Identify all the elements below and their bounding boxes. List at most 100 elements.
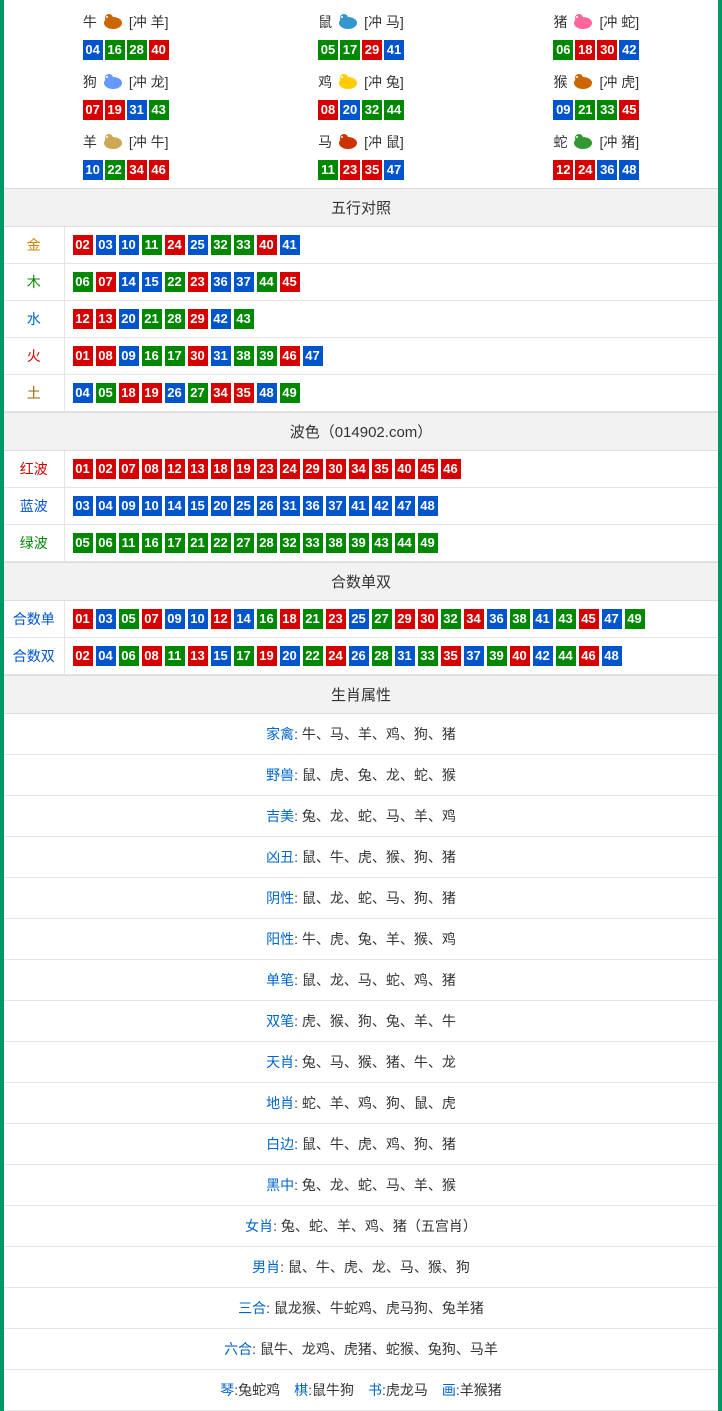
zodiac-conflict: [冲 蛇] — [599, 12, 639, 32]
number-ball: 42 — [372, 496, 392, 516]
number-ball: 13 — [188, 459, 208, 479]
number-ball: 47 — [303, 346, 323, 366]
number-ball: 46 — [149, 160, 169, 180]
attr-sep: : — [294, 972, 302, 988]
number-ball: 22 — [165, 272, 185, 292]
number-ball: 29 — [303, 459, 323, 479]
number-ball: 10 — [188, 609, 208, 629]
attr-sep: : — [294, 931, 302, 947]
number-ball: 05 — [73, 533, 93, 553]
zodiac-name: 羊 — [83, 132, 97, 152]
row-label: 火 — [4, 338, 64, 375]
attr-key: 野兽 — [266, 767, 294, 783]
attr-key: 双笔 — [266, 1013, 294, 1029]
attr-key: 地肖 — [266, 1095, 294, 1111]
number-ball: 09 — [119, 496, 139, 516]
heshu-table: 合数单0103050709101214161821232527293032343… — [4, 601, 718, 675]
zodiac-name: 牛 — [83, 12, 97, 32]
attr-value: 鼠、虎、兔、龙、蛇、猴 — [302, 767, 456, 783]
number-ball: 11 — [165, 646, 185, 666]
number-ball: 15 — [142, 272, 162, 292]
number-ball: 32 — [441, 609, 461, 629]
number-ball: 43 — [234, 309, 254, 329]
attr-key: 单笔 — [266, 972, 294, 988]
zodiac-name: 马 — [318, 132, 332, 152]
number-ball: 48 — [257, 383, 277, 403]
number-ball: 25 — [234, 496, 254, 516]
number-ball: 11 — [142, 235, 162, 255]
number-ball: 17 — [340, 40, 360, 60]
number-ball: 30 — [326, 459, 346, 479]
number-ball: 17 — [165, 533, 185, 553]
number-ball: 10 — [119, 235, 139, 255]
number-ball: 21 — [188, 533, 208, 553]
number-ball: 31 — [280, 496, 300, 516]
number-ball: 32 — [362, 100, 382, 120]
number-ball: 18 — [211, 459, 231, 479]
number-ball: 44 — [257, 272, 277, 292]
number-ball: 30 — [597, 40, 617, 60]
number-ball: 05 — [96, 383, 116, 403]
number-ball: 01 — [73, 346, 93, 366]
attr-sep: : — [294, 849, 302, 865]
monkey-icon — [569, 71, 597, 94]
number-ball: 29 — [395, 609, 415, 629]
number-ball: 37 — [326, 496, 346, 516]
number-ball: 08 — [142, 646, 162, 666]
row-label: 蓝波 — [4, 488, 64, 525]
number-ball: 24 — [575, 160, 595, 180]
number-ball: 14 — [234, 609, 254, 629]
number-ball: 19 — [234, 459, 254, 479]
attr-value: 鼠、牛、虎、龙、马、猴、狗 — [288, 1259, 470, 1275]
number-ball: 12 — [165, 459, 185, 479]
number-ball: 17 — [165, 346, 185, 366]
heshu-header: 合数单双 — [4, 562, 718, 601]
number-ball: 12 — [73, 309, 93, 329]
number-ball: 46 — [441, 459, 461, 479]
number-ball: 08 — [142, 459, 162, 479]
number-ball: 02 — [73, 646, 93, 666]
number-ball: 03 — [73, 496, 93, 516]
horse-icon — [334, 131, 362, 154]
number-ball: 25 — [188, 235, 208, 255]
attr-value: 鼠、龙、蛇、马、狗、猪 — [302, 890, 456, 906]
attr-sep: : — [273, 1218, 281, 1234]
number-ball: 22 — [105, 160, 125, 180]
number-ball: 24 — [326, 646, 346, 666]
number-ball: 18 — [119, 383, 139, 403]
number-ball: 08 — [96, 346, 116, 366]
number-ball: 49 — [625, 609, 645, 629]
number-ball: 20 — [119, 309, 139, 329]
number-ball: 47 — [384, 160, 404, 180]
number-ball: 04 — [96, 496, 116, 516]
attr-key: 画 — [442, 1382, 456, 1398]
attr-key: 黑中 — [266, 1177, 294, 1193]
number-ball: 05 — [318, 40, 338, 60]
number-ball: 18 — [280, 609, 300, 629]
attr-key: 棋 — [294, 1382, 308, 1398]
attr-row: 六合: 鼠牛、龙鸡、虎猪、蛇猴、兔狗、马羊 — [4, 1329, 718, 1370]
attr-row: 阴性: 鼠、龙、蛇、马、狗、猪 — [4, 878, 718, 919]
number-ball: 27 — [188, 383, 208, 403]
zodiac-name: 鸡 — [318, 72, 332, 92]
number-ball: 45 — [418, 459, 438, 479]
number-ball: 48 — [619, 160, 639, 180]
pig-icon — [569, 11, 597, 34]
number-ball: 41 — [349, 496, 369, 516]
attr-row: 双笔: 虎、猴、狗、兔、羊、牛 — [4, 1001, 718, 1042]
bose-header: 波色（014902.com） — [4, 412, 718, 451]
attr-key: 六合 — [224, 1341, 252, 1357]
number-ball: 49 — [280, 383, 300, 403]
attr-row: 凶丑: 鼠、牛、虎、猴、狗、猪 — [4, 837, 718, 878]
attr-sep: : — [294, 1136, 302, 1152]
number-ball: 28 — [372, 646, 392, 666]
number-ball: 04 — [73, 383, 93, 403]
number-ball: 04 — [83, 40, 103, 60]
attr-row: 三合: 鼠龙猴、牛蛇鸡、虎马狗、兔羊猪 — [4, 1288, 718, 1329]
zodiac-name: 蛇 — [553, 132, 567, 152]
number-ball: 37 — [234, 272, 254, 292]
number-ball: 17 — [234, 646, 254, 666]
number-ball: 06 — [119, 646, 139, 666]
number-ball: 20 — [211, 496, 231, 516]
attr-key: 天肖 — [266, 1054, 294, 1070]
